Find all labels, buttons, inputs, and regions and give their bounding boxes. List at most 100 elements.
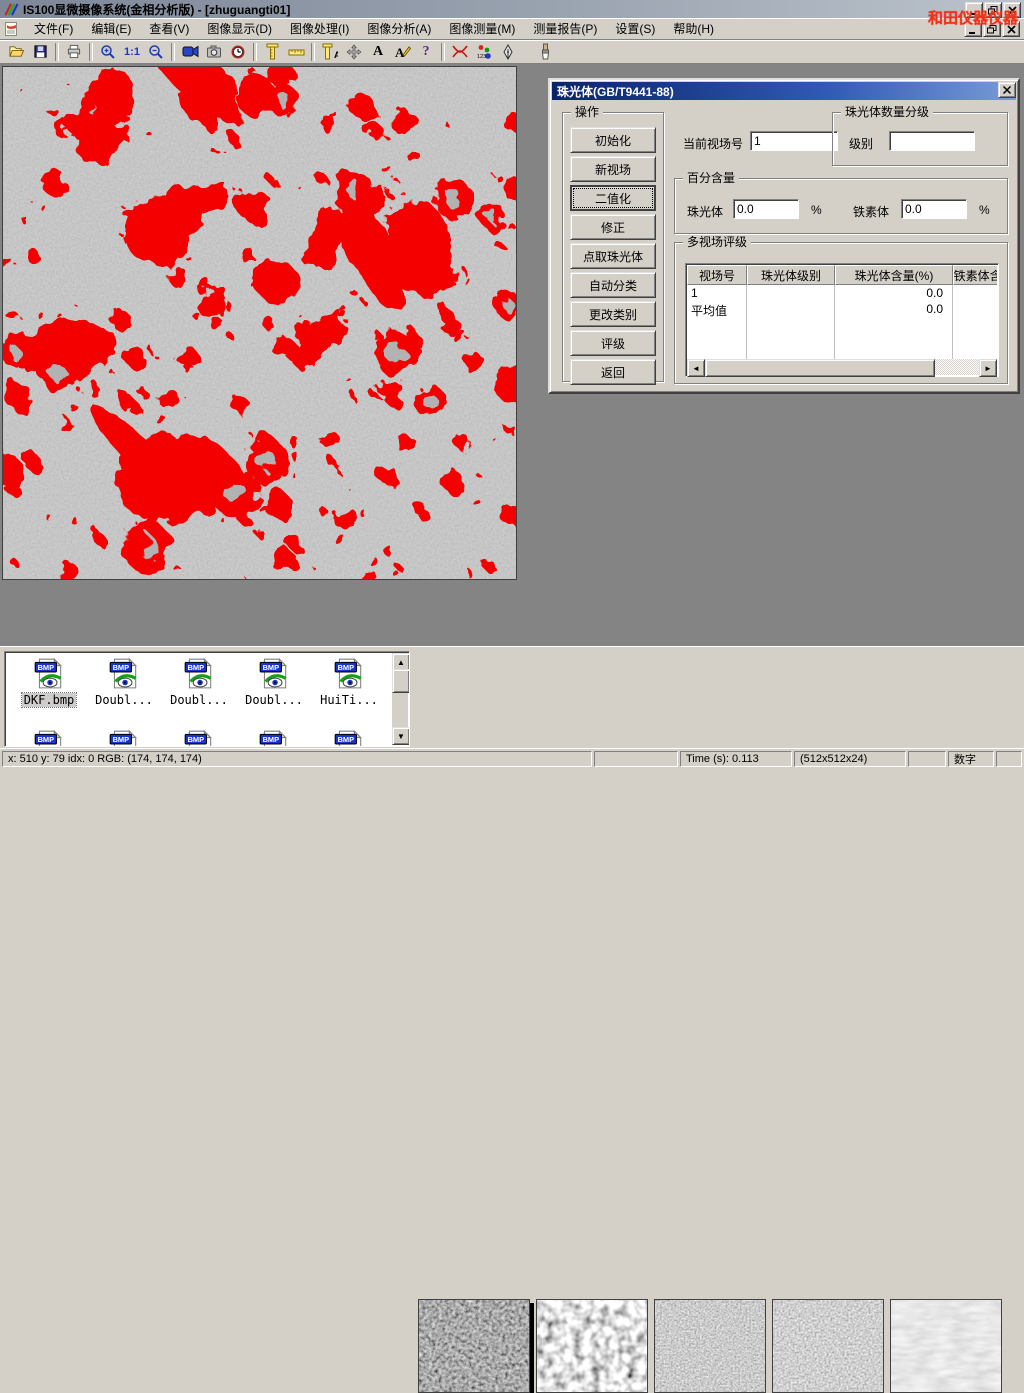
pearlite-percent-sign: % <box>811 203 822 217</box>
ferrite-percent-input[interactable]: 0.0 <box>901 199 967 219</box>
video-camera-icon <box>182 45 199 58</box>
return-button[interactable]: 返回 <box>570 359 656 385</box>
scroll-down-arrow-icon[interactable]: ▼ <box>392 727 410 745</box>
init-button[interactable]: 初始化 <box>570 127 656 153</box>
app-title: IS100显微摄像系统(金相分析版) - [zhuguangti01] <box>23 1 290 18</box>
auto-classify-button[interactable]: 自动分类 <box>570 272 656 298</box>
thumbnail-4[interactable] <box>772 1299 884 1393</box>
menu-image-display[interactable]: 图像显示(D) <box>198 18 281 39</box>
binarize-button[interactable]: 二值化 <box>570 185 656 211</box>
svg-text:A: A <box>395 45 405 59</box>
dialog-title-bar[interactable]: 珠光体(GB/T9441-88) <box>552 82 1016 100</box>
menu-image-analysis[interactable]: 图像分析(A) <box>358 18 440 39</box>
actual-size-button[interactable]: 1:1 <box>121 42 143 62</box>
menu-edit[interactable]: 编辑(E) <box>82 18 140 39</box>
file-list-scrollbar[interactable]: ▲ ▼ <box>392 653 408 745</box>
file-browser: DKF.bmp Doubl... Doubl... Doubl... HuiTi… <box>4 651 410 747</box>
text-edit-button[interactable]: A <box>391 42 413 62</box>
toolbar-separator <box>89 43 93 61</box>
file-item[interactable]: DKF.bmp <box>13 656 85 707</box>
table-horizontal-scrollbar[interactable]: ◄ ► <box>687 359 997 375</box>
scroll-right-arrow-icon[interactable]: ► <box>979 359 997 377</box>
print-button[interactable] <box>63 42 85 62</box>
dialog-close-button[interactable] <box>998 82 1016 98</box>
file-item[interactable]: Doubl... <box>88 656 160 707</box>
multifield-group: 多视场评级 视场号 珠光体级别 珠光体含量(%) 铁素体含量(%) 1 <box>674 242 1008 384</box>
clock-icon <box>230 44 246 60</box>
camera-icon <box>206 45 222 59</box>
camera-mode-indicator: 数字 <box>948 751 994 767</box>
svg-text:123: 123 <box>477 54 486 60</box>
table-row[interactable]: 1 0.0 <box>687 285 997 301</box>
col-pearlite-grade[interactable]: 珠光体级别 <box>747 265 835 285</box>
operation-group-label: 操作 <box>571 105 603 119</box>
status-bar: x: 510 y: 79 idx: 0 RGB: (174, 174, 174)… <box>0 748 1024 768</box>
file-item[interactable]: Doubl... <box>163 656 235 707</box>
brush-tool-button[interactable] <box>534 42 556 62</box>
one-to-one-icon: 1:1 <box>124 46 140 58</box>
scrollbar-thumb[interactable] <box>392 669 410 693</box>
file-item[interactable] <box>88 728 160 747</box>
video-capture-button[interactable] <box>179 42 201 62</box>
file-item[interactable] <box>163 728 235 747</box>
menu-view[interactable]: 查看(V) <box>140 18 198 39</box>
snapshot-button[interactable] <box>203 42 225 62</box>
current-field-input[interactable]: 1 <box>750 131 838 151</box>
new-field-button[interactable]: 新视场 <box>570 156 656 182</box>
menu-measure-report[interactable]: 测量报告(P) <box>524 18 606 39</box>
scroll-left-arrow-icon[interactable]: ◄ <box>687 359 705 377</box>
scrollbar-track[interactable] <box>935 359 979 375</box>
zoom-in-icon <box>100 44 116 60</box>
file-name: Doubl... <box>93 693 155 707</box>
calibration-ruler-icon: A <box>322 43 338 60</box>
scrollbar-thumb[interactable] <box>705 359 935 377</box>
zoom-in-button[interactable] <box>97 42 119 62</box>
pick-pearlite-button[interactable]: 点取珠光体 <box>570 243 656 269</box>
grade-button[interactable]: 评级 <box>570 330 656 356</box>
letter-a-icon: A <box>373 44 383 60</box>
open-file-button[interactable] <box>5 42 27 62</box>
bottom-panel: DKF.bmp Doubl... Doubl... Doubl... HuiTi… <box>0 646 1024 748</box>
correct-button[interactable]: 修正 <box>570 214 656 240</box>
change-class-button[interactable]: 更改类别 <box>570 301 656 327</box>
save-button[interactable] <box>29 42 51 62</box>
menu-file[interactable]: 文件(F) <box>25 18 82 39</box>
col-ferrite-content[interactable]: 铁素体含量(%) <box>953 265 997 285</box>
level-input[interactable] <box>889 131 975 151</box>
pearlite-percent-input[interactable]: 0.0 <box>733 199 799 219</box>
help-button[interactable]: ? <box>415 42 437 62</box>
col-field-no[interactable]: 视场号 <box>687 265 747 285</box>
file-item[interactable] <box>238 728 310 747</box>
metallographic-image-canvas[interactable] <box>2 66 517 580</box>
file-item[interactable]: HuiTi... <box>313 656 385 707</box>
percent-group-label: 百分含量 <box>683 171 739 185</box>
text-annotation-button[interactable]: A <box>367 42 389 62</box>
zoom-out-button[interactable] <box>145 42 167 62</box>
bmp-file-icon <box>332 656 366 690</box>
menu-image-measure[interactable]: 图像测量(M) <box>440 18 524 39</box>
timer-button[interactable] <box>227 42 249 62</box>
thumbnail-2[interactable] <box>536 1299 648 1393</box>
pearlite-dialog: 珠光体(GB/T9441-88) 操作 初始化 新视场 二值化 修正 点取珠光体… <box>548 78 1020 394</box>
calibration-button[interactable]: A <box>319 42 341 62</box>
vertical-ruler-icon <box>265 43 280 60</box>
pen-nib-icon <box>502 44 514 60</box>
menu-settings[interactable]: 设置(S) <box>606 18 664 39</box>
menu-help[interactable]: 帮助(H) <box>664 18 723 39</box>
table-row[interactable]: 平均值 0.0 <box>687 301 997 317</box>
horizontal-ruler-button[interactable] <box>285 42 307 62</box>
pan-button[interactable] <box>343 42 365 62</box>
thumbnail-1[interactable] <box>418 1299 530 1393</box>
col-pearlite-content[interactable]: 珠光体含量(%) <box>835 265 953 285</box>
file-item[interactable]: Doubl... <box>238 656 310 707</box>
thumbnail-3[interactable] <box>654 1299 766 1393</box>
thumbnail-5[interactable] <box>890 1299 1002 1393</box>
pen-tool-button[interactable] <box>497 42 519 62</box>
file-item[interactable] <box>313 728 385 747</box>
ferrite-label: 铁素体 <box>853 203 889 220</box>
vertical-ruler-button[interactable] <box>261 42 283 62</box>
file-item[interactable] <box>13 728 85 747</box>
curve-cut-button[interactable] <box>449 42 471 62</box>
menu-image-processing[interactable]: 图像处理(I) <box>281 18 358 39</box>
particle-count-button[interactable]: 123 <box>473 42 495 62</box>
